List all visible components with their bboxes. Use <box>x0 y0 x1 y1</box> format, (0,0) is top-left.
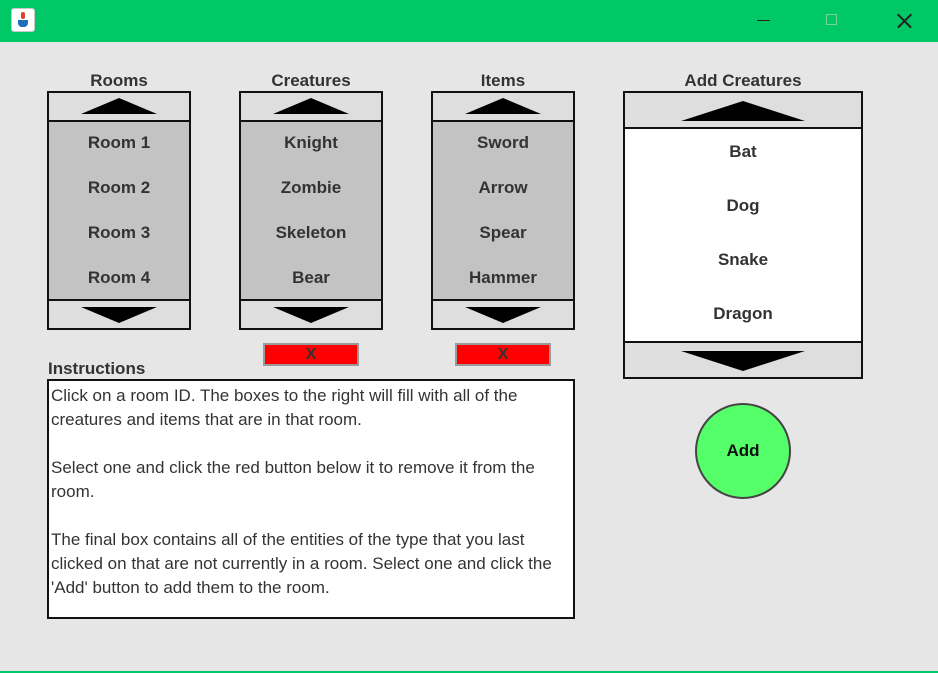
list-item[interactable]: Knight <box>241 133 381 153</box>
list-item[interactable]: Dragon <box>625 304 861 324</box>
list-item[interactable]: Arrow <box>433 178 573 198</box>
list-item[interactable]: Dog <box>625 196 861 216</box>
instructions-paragraph: The final box contains all of the entiti… <box>51 530 552 597</box>
arrow-up-icon <box>273 98 349 114</box>
add-creatures-heading: Add Creatures <box>684 71 802 90</box>
rooms-heading: Rooms <box>90 71 148 90</box>
creatures-list: Knight Zombie Skeleton Bear <box>239 91 383 330</box>
list-item[interactable]: Hammer <box>433 268 573 288</box>
list-item[interactable]: Zombie <box>241 178 381 198</box>
list-item[interactable]: Room 3 <box>49 223 189 243</box>
add-button[interactable]: Add <box>695 403 791 499</box>
instructions-paragraph: Click on a room ID. The boxes to the rig… <box>51 386 518 429</box>
list-item[interactable]: Room 4 <box>49 268 189 288</box>
rooms-scroll-up-button[interactable] <box>49 93 189 122</box>
maximize-icon[interactable] <box>810 0 856 42</box>
add-creatures-list: Bat Dog Snake Dragon <box>623 91 863 379</box>
list-item[interactable]: Bat <box>625 142 861 162</box>
list-item[interactable]: Skeleton <box>241 223 381 243</box>
list-item[interactable]: Room 2 <box>49 178 189 198</box>
rooms-scroll-down-button[interactable] <box>49 299 189 328</box>
minimize-icon[interactable] <box>740 0 786 42</box>
title-bar <box>0 0 938 42</box>
arrow-down-icon <box>465 307 541 323</box>
arrow-down-icon <box>81 307 157 323</box>
add-creatures-scroll-up-button[interactable] <box>625 93 861 129</box>
rooms-list: Room 1 Room 2 Room 3 Room 4 <box>47 91 191 330</box>
list-item[interactable]: Bear <box>241 268 381 288</box>
java-cup-icon[interactable] <box>11 8 35 32</box>
list-item[interactable]: Snake <box>625 250 861 270</box>
close-icon[interactable] <box>880 0 926 42</box>
creatures-scroll-down-button[interactable] <box>241 299 381 328</box>
instructions-box: Click on a room ID. The boxes to the rig… <box>47 379 575 619</box>
arrow-down-icon <box>273 307 349 323</box>
arrow-up-icon <box>681 101 805 121</box>
arrow-down-icon <box>681 351 805 371</box>
add-creatures-scroll-down-button[interactable] <box>625 341 861 377</box>
list-item[interactable]: Room 1 <box>49 133 189 153</box>
instructions-paragraph: Select one and click the red button belo… <box>51 458 535 501</box>
items-scroll-down-button[interactable] <box>433 299 573 328</box>
creatures-heading: Creatures <box>271 71 351 90</box>
list-item[interactable]: Spear <box>433 223 573 243</box>
items-scroll-up-button[interactable] <box>433 93 573 122</box>
list-item[interactable]: Sword <box>433 133 573 153</box>
remove-item-button[interactable]: X <box>455 343 551 366</box>
arrow-up-icon <box>81 98 157 114</box>
remove-creature-button[interactable]: X <box>263 343 359 366</box>
arrow-up-icon <box>465 98 541 114</box>
instructions-title: Instructions <box>48 359 146 378</box>
items-heading: Items <box>480 71 526 90</box>
creatures-scroll-up-button[interactable] <box>241 93 381 122</box>
items-list: Sword Arrow Spear Hammer <box>431 91 575 330</box>
